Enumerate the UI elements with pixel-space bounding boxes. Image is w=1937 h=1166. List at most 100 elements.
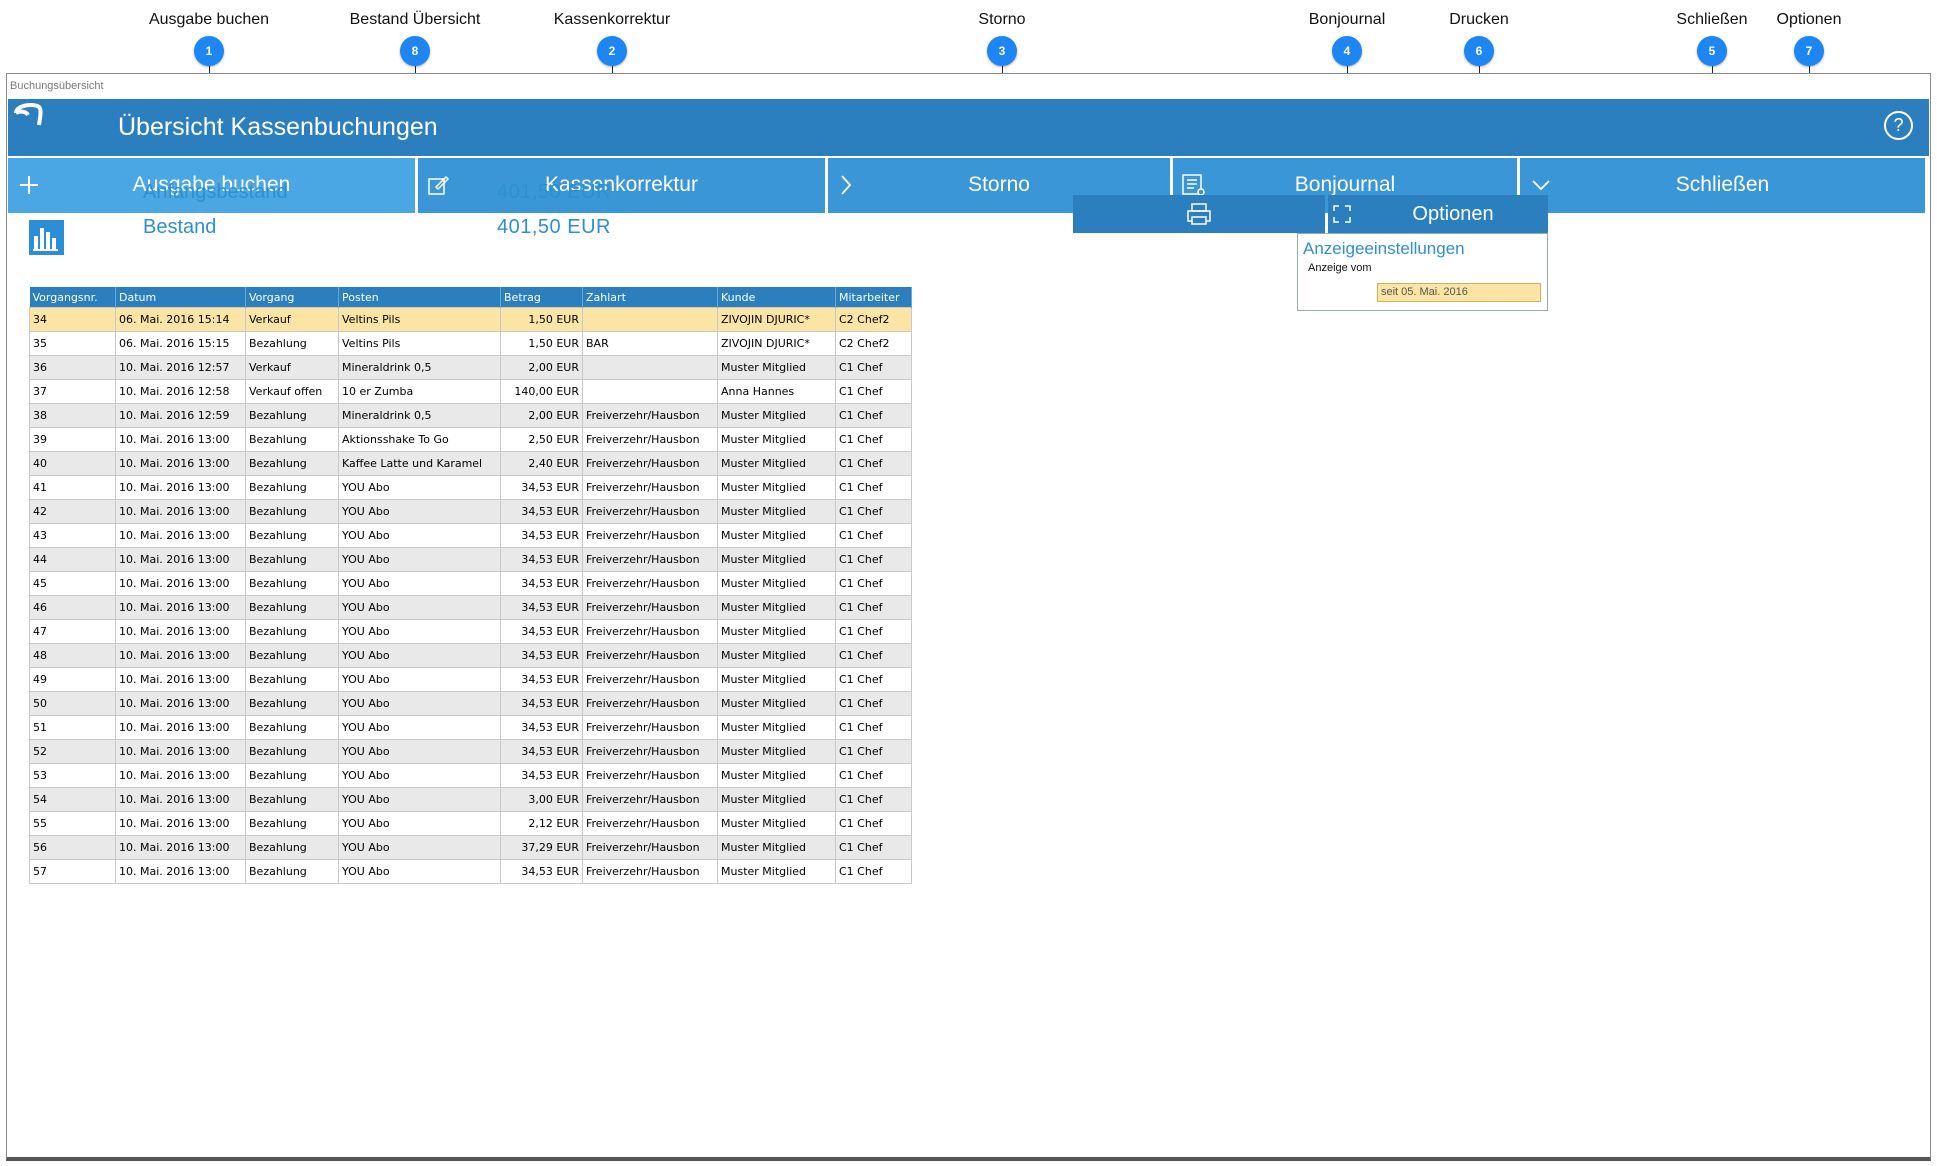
table-cell: Freiverzehr/Hausbon — [582, 715, 718, 740]
kassenkorrektur-button[interactable]: Kassenkorrektur — [418, 158, 825, 213]
table-cell: 34,53 EUR — [500, 571, 583, 596]
table-cell: C1 Chef — [835, 403, 912, 428]
table-row[interactable]: 52 10. Mai. 2016 13:00 Bezahlung YOU Abo 34,… — [29, 739, 912, 764]
table-cell: Muster Mitglied — [717, 859, 836, 884]
table-row[interactable]: 49 10. Mai. 2016 13:00 Bezahlung YOU Abo 34,… — [29, 667, 912, 692]
column-header[interactable]: Mitarbeiter — [835, 287, 912, 308]
anzeige-vom-label: Anzeige vom — [1308, 262, 1372, 274]
table-row[interactable]: 42 10. Mai. 2016 13:00 Bezahlung YOU Abo 34,… — [29, 499, 912, 524]
table-cell: Freiverzehr/Hausbon — [582, 691, 718, 716]
table-row[interactable]: 46 10. Mai. 2016 13:00 Bezahlung YOU Abo 34,… — [29, 595, 912, 620]
table-cell: Muster Mitglied — [717, 499, 836, 524]
table-cell: Muster Mitglied — [717, 595, 836, 620]
table-cell: 10. Mai. 2016 13:00 — [115, 451, 246, 476]
anzeige-vom-field[interactable]: seit 05. Mai. 2016 — [1377, 283, 1541, 302]
table-cell: 10. Mai. 2016 12:58 — [115, 379, 246, 404]
drucken-button[interactable] — [1073, 195, 1325, 233]
app-window: Buchungsübersicht Übersicht Kassenbuchun… — [6, 73, 1931, 1161]
table-row[interactable]: 57 10. Mai. 2016 13:00 Bezahlung YOU Abo 34,… — [29, 859, 912, 884]
column-header[interactable]: Datum — [115, 287, 246, 308]
column-header[interactable]: Vorgang — [245, 287, 339, 308]
table-cell: 34 — [29, 307, 116, 332]
table-row[interactable]: 35 06. Mai. 2016 15:15 Bezahlung Veltins Pi… — [29, 331, 912, 356]
table-cell: Muster Mitglied — [717, 835, 836, 860]
button-label: Kassenkorrektur — [545, 173, 698, 196]
table-cell: Bezahlung — [245, 763, 339, 788]
table-cell: 2,12 EUR — [500, 811, 583, 836]
optionen-button[interactable]: Optionen — [1328, 195, 1548, 233]
table-cell: C1 Chef — [835, 475, 912, 500]
column-header[interactable]: Betrag — [500, 287, 583, 308]
table-row[interactable]: 43 10. Mai. 2016 13:00 Bezahlung YOU Abo 34,… — [29, 523, 912, 548]
table-cell: 37 — [29, 379, 116, 404]
table-cell: YOU Abo — [338, 811, 501, 836]
table-cell: Verkauf offen — [245, 379, 339, 404]
table-cell: YOU Abo — [338, 475, 501, 500]
table-cell: C1 Chef — [835, 619, 912, 644]
table-cell: Muster Mitglied — [717, 547, 836, 572]
table-row[interactable]: 47 10. Mai. 2016 13:00 Bezahlung YOU Abo 34,… — [29, 619, 912, 644]
table-cell: 34,53 EUR — [500, 739, 583, 764]
table-cell: Freiverzehr/Hausbon — [582, 667, 718, 692]
table-cell: 53 — [29, 763, 116, 788]
table-row[interactable]: 41 10. Mai. 2016 13:00 Bezahlung YOU Abo 34,… — [29, 475, 912, 500]
table-cell: 34,53 EUR — [500, 643, 583, 668]
table-cell: Bezahlung — [245, 739, 339, 764]
schliessen-button[interactable]: Schließen — [1520, 158, 1925, 213]
table-row[interactable]: 45 10. Mai. 2016 13:00 Bezahlung YOU Abo 34,… — [29, 571, 912, 596]
table-cell: Bezahlung — [245, 403, 339, 428]
table-cell: 10. Mai. 2016 13:00 — [115, 859, 246, 884]
table-row[interactable]: 48 10. Mai. 2016 13:00 Bezahlung YOU Abo 34,… — [29, 643, 912, 668]
table-cell: Bezahlung — [245, 691, 339, 716]
table-cell: YOU Abo — [338, 667, 501, 692]
table-cell: 34,53 EUR — [500, 691, 583, 716]
column-header[interactable]: Kunde — [717, 287, 836, 308]
table-cell: 3,00 EUR — [500, 787, 583, 812]
table-row[interactable]: 50 10. Mai. 2016 13:00 Bezahlung YOU Abo 34,… — [29, 691, 912, 716]
callout-label: Bonjournal — [1308, 11, 1386, 28]
table-cell: Muster Mitglied — [717, 619, 836, 644]
table-row[interactable]: 34 06. Mai. 2016 15:14 Verkauf Veltins Pils… — [29, 307, 912, 332]
callout-label: Kassenkorrektur — [553, 11, 671, 28]
table-cell: 37,29 EUR — [500, 835, 583, 860]
table-cell: YOU Abo — [338, 763, 501, 788]
table-row[interactable]: 37 10. Mai. 2016 12:58 Verkauf offen 10 er … — [29, 379, 912, 404]
table-cell: 2,00 EUR — [500, 403, 583, 428]
help-button[interactable]: ? — [1884, 111, 1913, 140]
table-cell: Muster Mitglied — [717, 427, 836, 452]
column-header[interactable]: Zahlart — [582, 287, 718, 308]
table-header-row: Vorgangsnr. Datum Vorgang Posten Betrag … — [29, 287, 912, 308]
table-row[interactable]: 56 10. Mai. 2016 13:00 Bezahlung YOU Abo 37,… — [29, 835, 912, 860]
table-cell: C1 Chef — [835, 787, 912, 812]
table-cell: Freiverzehr/Hausbon — [582, 739, 718, 764]
table-row[interactable]: 38 10. Mai. 2016 12:59 Bezahlung Mineraldri… — [29, 403, 912, 428]
table-cell: Mineraldrink 0,5 — [338, 355, 501, 380]
table-cell — [582, 379, 718, 404]
table-cell: Bezahlung — [245, 619, 339, 644]
callout-badge: 7 — [1794, 36, 1824, 66]
table-cell: YOU Abo — [338, 619, 501, 644]
column-header[interactable]: Posten — [338, 287, 501, 308]
table-cell: Bezahlung — [245, 547, 339, 572]
table-cell: 2,40 EUR — [500, 451, 583, 476]
table-row[interactable]: 53 10. Mai. 2016 13:00 Bezahlung YOU Abo 34,… — [29, 763, 912, 788]
table-cell: YOU Abo — [338, 835, 501, 860]
table-cell: Freiverzehr/Hausbon — [582, 859, 718, 884]
table-cell: C1 Chef — [835, 835, 912, 860]
table-cell: 34,53 EUR — [500, 667, 583, 692]
table-row[interactable]: 54 10. Mai. 2016 13:00 Bezahlung YOU Abo 3,0… — [29, 787, 912, 812]
table-cell: Muster Mitglied — [717, 451, 836, 476]
table-row[interactable]: 40 10. Mai. 2016 13:00 Bezahlung Kaffee Lat… — [29, 451, 912, 476]
table-cell: Veltins Pils — [338, 331, 501, 356]
table-cell: C1 Chef — [835, 763, 912, 788]
table-cell: YOU Abo — [338, 643, 501, 668]
table-row[interactable]: 36 10. Mai. 2016 12:57 Verkauf Mineraldrink… — [29, 355, 912, 380]
table-row[interactable]: 51 10. Mai. 2016 13:00 Bezahlung YOU Abo 34,… — [29, 715, 912, 740]
table-cell: 10. Mai. 2016 13:00 — [115, 811, 246, 836]
table-row[interactable]: 44 10. Mai. 2016 13:00 Bezahlung YOU Abo 34,… — [29, 547, 912, 572]
callout-badge: 6 — [1464, 36, 1494, 66]
table-row[interactable]: 55 10. Mai. 2016 13:00 Bezahlung YOU Abo 2,1… — [29, 811, 912, 836]
column-header[interactable]: Vorgangsnr. — [29, 287, 116, 308]
table-cell: 10. Mai. 2016 13:00 — [115, 691, 246, 716]
table-row[interactable]: 39 10. Mai. 2016 13:00 Bezahlung Aktionssha… — [29, 427, 912, 452]
